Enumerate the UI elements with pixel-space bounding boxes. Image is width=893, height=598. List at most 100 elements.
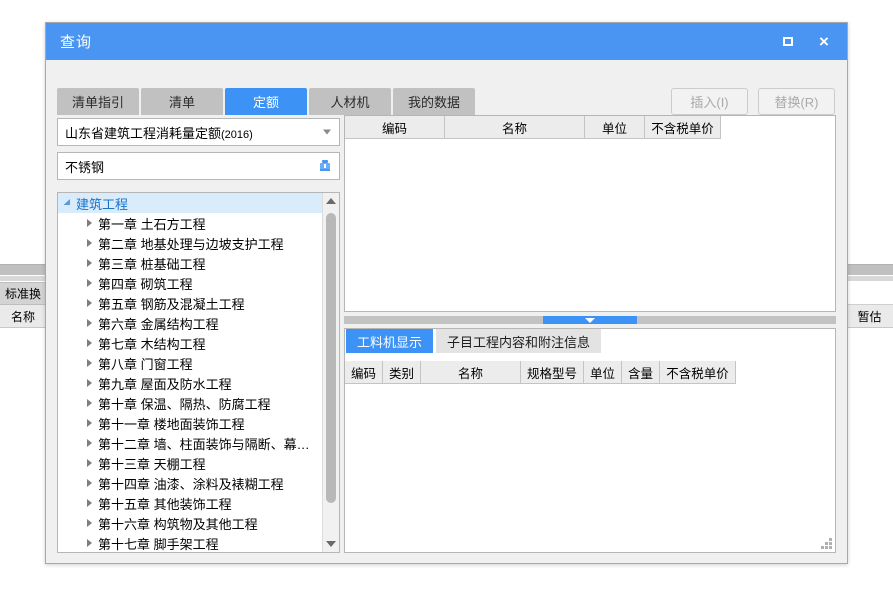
- bg-left-toolbar-strip: [0, 264, 46, 275]
- chevron-right-icon[interactable]: [80, 479, 98, 487]
- collapse-down-icon: [585, 317, 595, 323]
- query-dialog: 查询 × 清单指引 清单 定额 人材机 我的数据 插入(I) 替换(R) 山东省…: [45, 22, 848, 564]
- chevron-down-icon: [323, 129, 331, 135]
- bg-right-toolbar-strip: [845, 264, 893, 275]
- maximize-button[interactable]: [773, 28, 803, 56]
- bg-right-secondary-strip: [845, 276, 893, 281]
- dialog-action-buttons: 插入(I) 替换(R): [671, 88, 835, 115]
- chevron-right-icon[interactable]: [80, 459, 98, 467]
- splitter-collapse-handle[interactable]: [543, 316, 637, 324]
- search-input-wrapper[interactable]: 不锈钢: [57, 152, 340, 180]
- window-controls: ×: [773, 23, 839, 60]
- tree-vertical-scrollbar[interactable]: [322, 193, 339, 552]
- tree-item-label: 第十一章 楼地面装饰工程: [98, 416, 245, 432]
- dialog-titlebar: 查询 ×: [46, 23, 847, 60]
- pane-splitter[interactable]: [344, 316, 836, 324]
- tree-item[interactable]: 第二章 地基处理与边坡支护工程: [58, 233, 322, 253]
- detail-col-header-unit[interactable]: 单位: [584, 361, 622, 384]
- category-tree-list: 建筑工程 第一章 土石方工程 第二章 地基处理与边坡支护工程 第三章 桩基础工程…: [58, 193, 322, 552]
- chevron-right-icon[interactable]: [80, 539, 98, 547]
- detail-col-header-category[interactable]: 类别: [383, 361, 421, 384]
- tab-qingdan[interactable]: 清单: [141, 88, 223, 115]
- chevron-right-icon[interactable]: [80, 439, 98, 447]
- chevron-right-icon[interactable]: [80, 319, 98, 327]
- tree-item[interactable]: 第十章 保温、隔热、防腐工程: [58, 393, 322, 413]
- scroll-down-button[interactable]: [323, 536, 339, 552]
- tree-item-label: 第六章 金属结构工程: [98, 316, 219, 332]
- tree-item[interactable]: 第四章 砌筑工程: [58, 273, 322, 293]
- tree-item[interactable]: 第一章 土石方工程: [58, 213, 322, 233]
- close-button[interactable]: ×: [809, 28, 839, 56]
- chevron-right-icon[interactable]: [80, 419, 98, 427]
- results-grid[interactable]: 编码 名称 单位 不含税单价: [344, 115, 836, 312]
- tree-item[interactable]: 第七章 木结构工程: [58, 333, 322, 353]
- detail-col-header-name[interactable]: 名称: [421, 361, 521, 384]
- resize-grip[interactable]: [820, 537, 832, 549]
- chevron-right-icon[interactable]: [80, 279, 98, 287]
- chevron-right-icon[interactable]: [80, 399, 98, 407]
- chevron-right-icon[interactable]: [80, 339, 98, 347]
- tab-dinge[interactable]: 定额: [225, 88, 307, 115]
- maximize-icon: [783, 37, 793, 46]
- tree-item[interactable]: 第十六章 构筑物及其他工程: [58, 513, 322, 533]
- tree-item[interactable]: 第十一章 楼地面装饰工程: [58, 413, 322, 433]
- standard-select[interactable]: 山东省建筑工程消耗量定额(2016): [57, 118, 340, 146]
- expand-collapse-icon[interactable]: [58, 198, 76, 208]
- tree-item-label: 第十五章 其他装饰工程: [98, 496, 232, 512]
- bg-right-column-header-estimate: 暂估: [845, 305, 893, 328]
- tab-material-machine-display[interactable]: 工料机显示: [346, 329, 434, 353]
- chevron-right-icon[interactable]: [80, 379, 98, 387]
- chevron-right-icon[interactable]: [80, 239, 98, 247]
- col-header-filler: [721, 116, 835, 139]
- category-tree[interactable]: 建筑工程 第一章 土石方工程 第二章 地基处理与边坡支护工程 第三章 桩基础工程…: [57, 192, 340, 553]
- bg-left-column-header-standard: 标准换: [0, 282, 46, 305]
- scroll-up-button[interactable]: [323, 193, 339, 209]
- detail-col-header-spec-model[interactable]: 规格型号: [521, 361, 584, 384]
- replace-button[interactable]: 替换(R): [758, 88, 835, 115]
- detail-tabs-filler: [604, 329, 835, 353]
- results-grid-header: 编码 名称 单位 不含税单价: [345, 116, 835, 139]
- tree-item[interactable]: 第六章 金属结构工程: [58, 313, 322, 333]
- tab-qingdan-zhiyin[interactable]: 清单指引: [57, 88, 139, 115]
- tree-item[interactable]: 第十七章 脚手架工程: [58, 533, 322, 552]
- tree-item[interactable]: 第十三章 天棚工程: [58, 453, 322, 473]
- tree-item[interactable]: 第八章 门窗工程: [58, 353, 322, 373]
- eraser-icon[interactable]: [317, 158, 333, 174]
- col-header-price-excl-tax[interactable]: 不含税单价: [645, 116, 721, 139]
- left-pane: 山东省建筑工程消耗量定额(2016) 不锈钢 建筑工程 第一章 土石方工程 第二…: [57, 118, 340, 553]
- tree-item-label: 第十三章 天棚工程: [98, 456, 206, 472]
- tab-my-data[interactable]: 我的数据: [393, 88, 475, 115]
- standard-select-value: 山东省建筑工程消耗量定额(2016): [65, 125, 253, 141]
- chevron-right-icon[interactable]: [80, 499, 98, 507]
- col-header-name[interactable]: 名称: [445, 116, 585, 139]
- detail-col-header-code[interactable]: 编码: [345, 361, 383, 384]
- tree-item-label: 第十四章 油漆、涂料及裱糊工程: [98, 476, 284, 492]
- tree-item[interactable]: 第五章 钢筋及混凝土工程: [58, 293, 322, 313]
- col-header-code[interactable]: 编码: [345, 116, 445, 139]
- tree-item-label: 第十六章 构筑物及其他工程: [98, 516, 258, 532]
- chevron-right-icon[interactable]: [80, 299, 98, 307]
- tree-root-label: 建筑工程: [76, 196, 129, 212]
- tree-item[interactable]: 第九章 屋面及防水工程: [58, 373, 322, 393]
- detail-col-header-content[interactable]: 含量: [622, 361, 660, 384]
- tree-item[interactable]: 第十五章 其他装饰工程: [58, 493, 322, 513]
- chevron-right-icon[interactable]: [80, 359, 98, 367]
- col-header-unit[interactable]: 单位: [585, 116, 645, 139]
- scrollbar-thumb[interactable]: [326, 213, 336, 503]
- dialog-title: 查询: [60, 34, 93, 51]
- chevron-right-icon[interactable]: [80, 259, 98, 267]
- detail-col-header-price-excl-tax[interactable]: 不含税单价: [660, 361, 736, 384]
- tree-item-label: 第九章 屋面及防水工程: [98, 376, 232, 392]
- tree-item-label: 第二章 地基处理与边坡支护工程: [98, 236, 284, 252]
- chevron-right-icon[interactable]: [80, 519, 98, 527]
- tree-root-node[interactable]: 建筑工程: [58, 193, 322, 213]
- tab-subitem-content-notes[interactable]: 子目工程内容和附注信息: [436, 329, 602, 353]
- tree-item[interactable]: 第十四章 油漆、涂料及裱糊工程: [58, 473, 322, 493]
- tree-item-label: 第四章 砌筑工程: [98, 276, 193, 292]
- tree-item[interactable]: 第十二章 墙、柱面装饰与隔断、幕…: [58, 433, 322, 453]
- tree-item[interactable]: 第三章 桩基础工程: [58, 253, 322, 273]
- insert-button[interactable]: 插入(I): [671, 88, 748, 115]
- search-input[interactable]: 不锈钢: [65, 157, 104, 176]
- chevron-right-icon[interactable]: [80, 219, 98, 227]
- tab-rencaiji[interactable]: 人材机: [309, 88, 391, 115]
